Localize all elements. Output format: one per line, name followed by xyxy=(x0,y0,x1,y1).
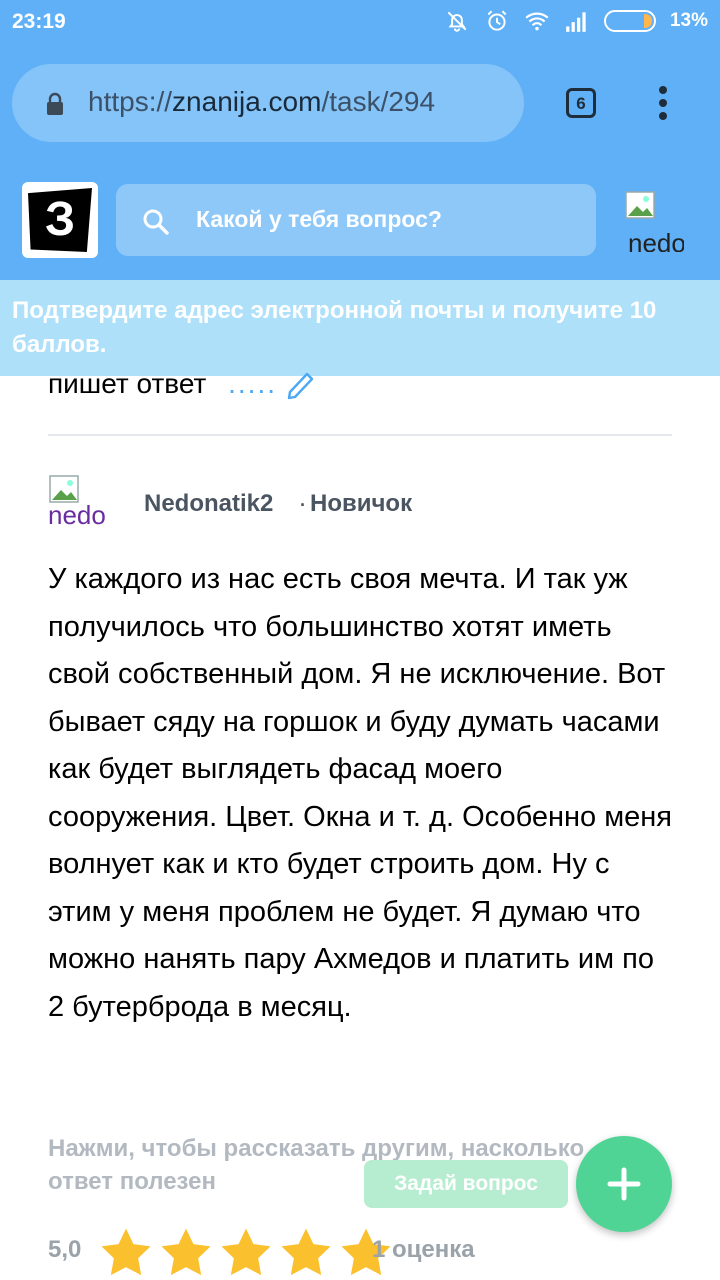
lock-icon xyxy=(47,92,63,115)
user-avatar[interactable]: nedo xyxy=(624,188,684,252)
site-header: З Какой у тебя вопрос? nedo xyxy=(0,160,720,280)
ask-question-button[interactable]: Задай вопрос xyxy=(364,1160,568,1208)
site-logo[interactable]: З xyxy=(22,182,98,258)
star-icon[interactable] xyxy=(98,1226,154,1278)
pencil-icon xyxy=(287,372,313,399)
logo-letter: З xyxy=(28,188,92,252)
answer-body: У каждого из нас есть своя мечта. И так … xyxy=(48,563,672,1023)
url-path: /task/294 xyxy=(321,86,436,117)
browser-menu-button[interactable] xyxy=(656,86,670,124)
search-input[interactable]: Какой у тебя вопрос? xyxy=(116,184,596,256)
answering-status: пишет ответ ..... xyxy=(48,368,315,401)
browser-toolbar: https://znanija.com/task/294 6 xyxy=(0,48,720,160)
avatar-text: nedo xyxy=(48,500,106,528)
notifications-off-icon xyxy=(447,11,467,32)
url-text[interactable]: https://znanija.com/task/294 xyxy=(88,86,518,118)
avatar-text: nedo xyxy=(628,228,684,252)
star-icon[interactable] xyxy=(218,1226,274,1278)
wifi-icon xyxy=(525,12,549,31)
search-icon xyxy=(143,209,169,235)
rank-label: Новичок xyxy=(310,490,413,517)
battery-percent: 13% xyxy=(669,10,708,31)
search-placeholder: Какой у тебя вопрос? xyxy=(196,206,442,232)
star-icon[interactable] xyxy=(158,1226,214,1278)
battery-icon xyxy=(603,10,656,32)
email-confirm-banner[interactable]: Подтвердите адрес электронной почты и по… xyxy=(0,280,720,376)
tab-switcher-button[interactable]: 6 xyxy=(566,88,596,118)
typing-dots: ..... xyxy=(228,368,278,399)
author-rank: · Новичок xyxy=(300,490,412,518)
url-scheme: https:// xyxy=(88,86,173,117)
rank-separator: · xyxy=(300,495,306,515)
signal-icon xyxy=(566,12,586,32)
status-icons: 13% xyxy=(444,8,708,34)
rating-count: 1 оценка xyxy=(372,1236,475,1263)
answer-author-avatar[interactable]: nedo xyxy=(48,472,112,528)
rating-value: 5,0 xyxy=(48,1236,82,1263)
status-bar: 23:19 13% xyxy=(0,0,720,48)
broken-image-icon xyxy=(625,191,655,219)
divider xyxy=(48,434,672,436)
url-bar[interactable]: https://znanija.com/task/294 xyxy=(12,64,524,142)
answering-text: пишет ответ xyxy=(48,368,207,399)
answer-author-name[interactable]: Nedonatik2 xyxy=(144,490,273,518)
notice-text: Подтвердите адрес электронной почты и по… xyxy=(12,297,657,358)
plus-icon xyxy=(607,1167,641,1201)
alarm-icon xyxy=(487,10,507,31)
status-time: 23:19 xyxy=(12,10,66,33)
add-question-button[interactable] xyxy=(576,1136,672,1232)
rating-stars[interactable] xyxy=(98,1226,394,1278)
star-icon[interactable] xyxy=(278,1226,334,1278)
url-host: znanija.com xyxy=(172,86,322,117)
